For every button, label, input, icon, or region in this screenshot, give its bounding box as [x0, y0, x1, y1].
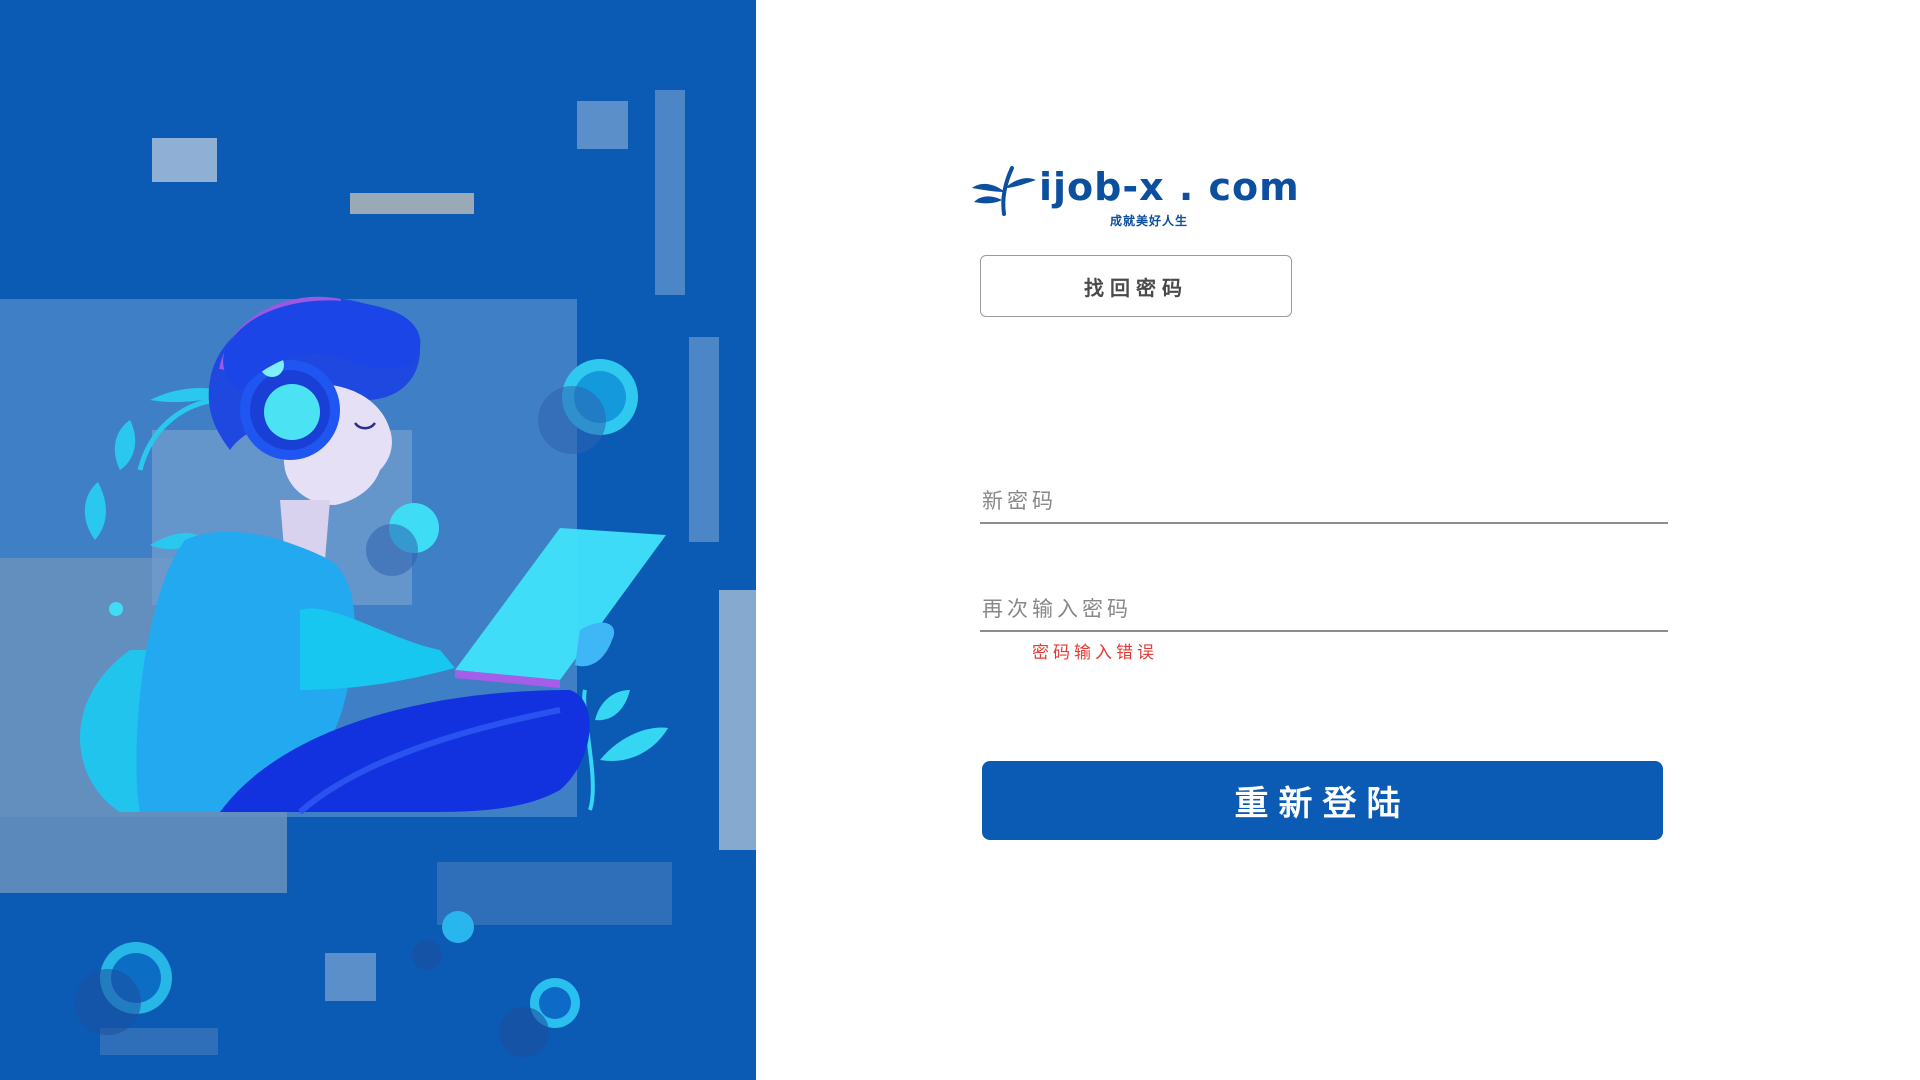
form-panel [756, 0, 1920, 1080]
deco-rect [719, 590, 756, 850]
brand-logo[interactable]: ijob-x . com 成就美好人生 [972, 160, 1299, 232]
illustration-panel [0, 0, 756, 1080]
deco-rect [437, 862, 672, 925]
deco-rect [655, 90, 685, 295]
deco-rect [577, 101, 628, 149]
person-with-headphones-illustration [0, 90, 756, 1057]
new-password-input[interactable] [980, 476, 1668, 522]
new-password-field [980, 476, 1668, 524]
deco-rect [689, 337, 719, 542]
confirm-password-input[interactable] [980, 584, 1668, 630]
password-error-message: 密码输入错误 [1032, 643, 1158, 663]
sprout-icon [972, 166, 1036, 216]
confirm-password-field [980, 584, 1668, 632]
deco-rect [152, 138, 217, 182]
deco-rect [325, 953, 376, 1001]
deco-rect [350, 193, 474, 214]
brand-name: ijob-x . com [1039, 165, 1300, 209]
relogin-button[interactable]: 重新登陆 [982, 761, 1663, 840]
reset-password-page: ijob-x . com 成就美好人生 找回密码 密码输入错误 重新登陆 [0, 0, 1920, 1080]
brand-tagline: 成就美好人生 [1110, 214, 1189, 228]
page-title: 找回密码 [980, 255, 1292, 317]
